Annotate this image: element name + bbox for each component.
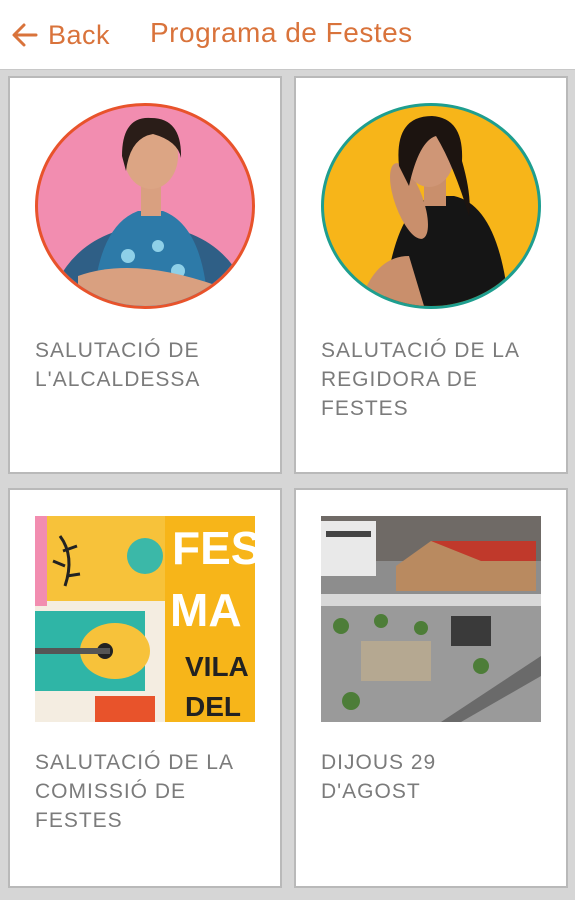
mayor-portrait-image [35, 103, 255, 309]
card-mayor-greeting[interactable]: SALUTACIÓ DE L'ALCALDESSA [8, 76, 282, 474]
card-councillor-greeting[interactable]: SALUTACIÓ DE LA REGIDORA DE FESTES [294, 76, 568, 474]
app-bar: Back Programa de Festes [0, 0, 575, 70]
card-commission-greeting[interactable]: FES MA VILA DEL SALUTACIÓ DE LA COMISSIÓ… [8, 488, 282, 888]
town-square-image [321, 516, 541, 722]
page-title: Programa de Festes [150, 17, 413, 48]
card-label: SALUTACIÓ DE LA COMISSIÓ DE FESTES [35, 751, 234, 832]
svg-text:DEL: DEL [185, 691, 241, 722]
back-button[interactable]: Back [8, 12, 110, 58]
card-label: DIJOUS 29 D'AGOST [321, 751, 437, 803]
svg-text:FES: FES [172, 522, 255, 574]
svg-text:VILA: VILA [185, 651, 249, 682]
arrow-left-icon [8, 18, 42, 52]
card-label: SALUTACIÓ DE LA REGIDORA DE FESTES [321, 339, 520, 420]
back-label: Back [48, 19, 111, 50]
card-label: SALUTACIÓ DE L'ALCALDESSA [35, 339, 201, 391]
svg-text:MA: MA [170, 584, 242, 636]
councillor-portrait-image [321, 103, 541, 309]
festival-poster-image: FES MA VILA DEL [35, 516, 255, 722]
card-thursday-august-29[interactable]: DIJOUS 29 D'AGOST [294, 488, 568, 888]
